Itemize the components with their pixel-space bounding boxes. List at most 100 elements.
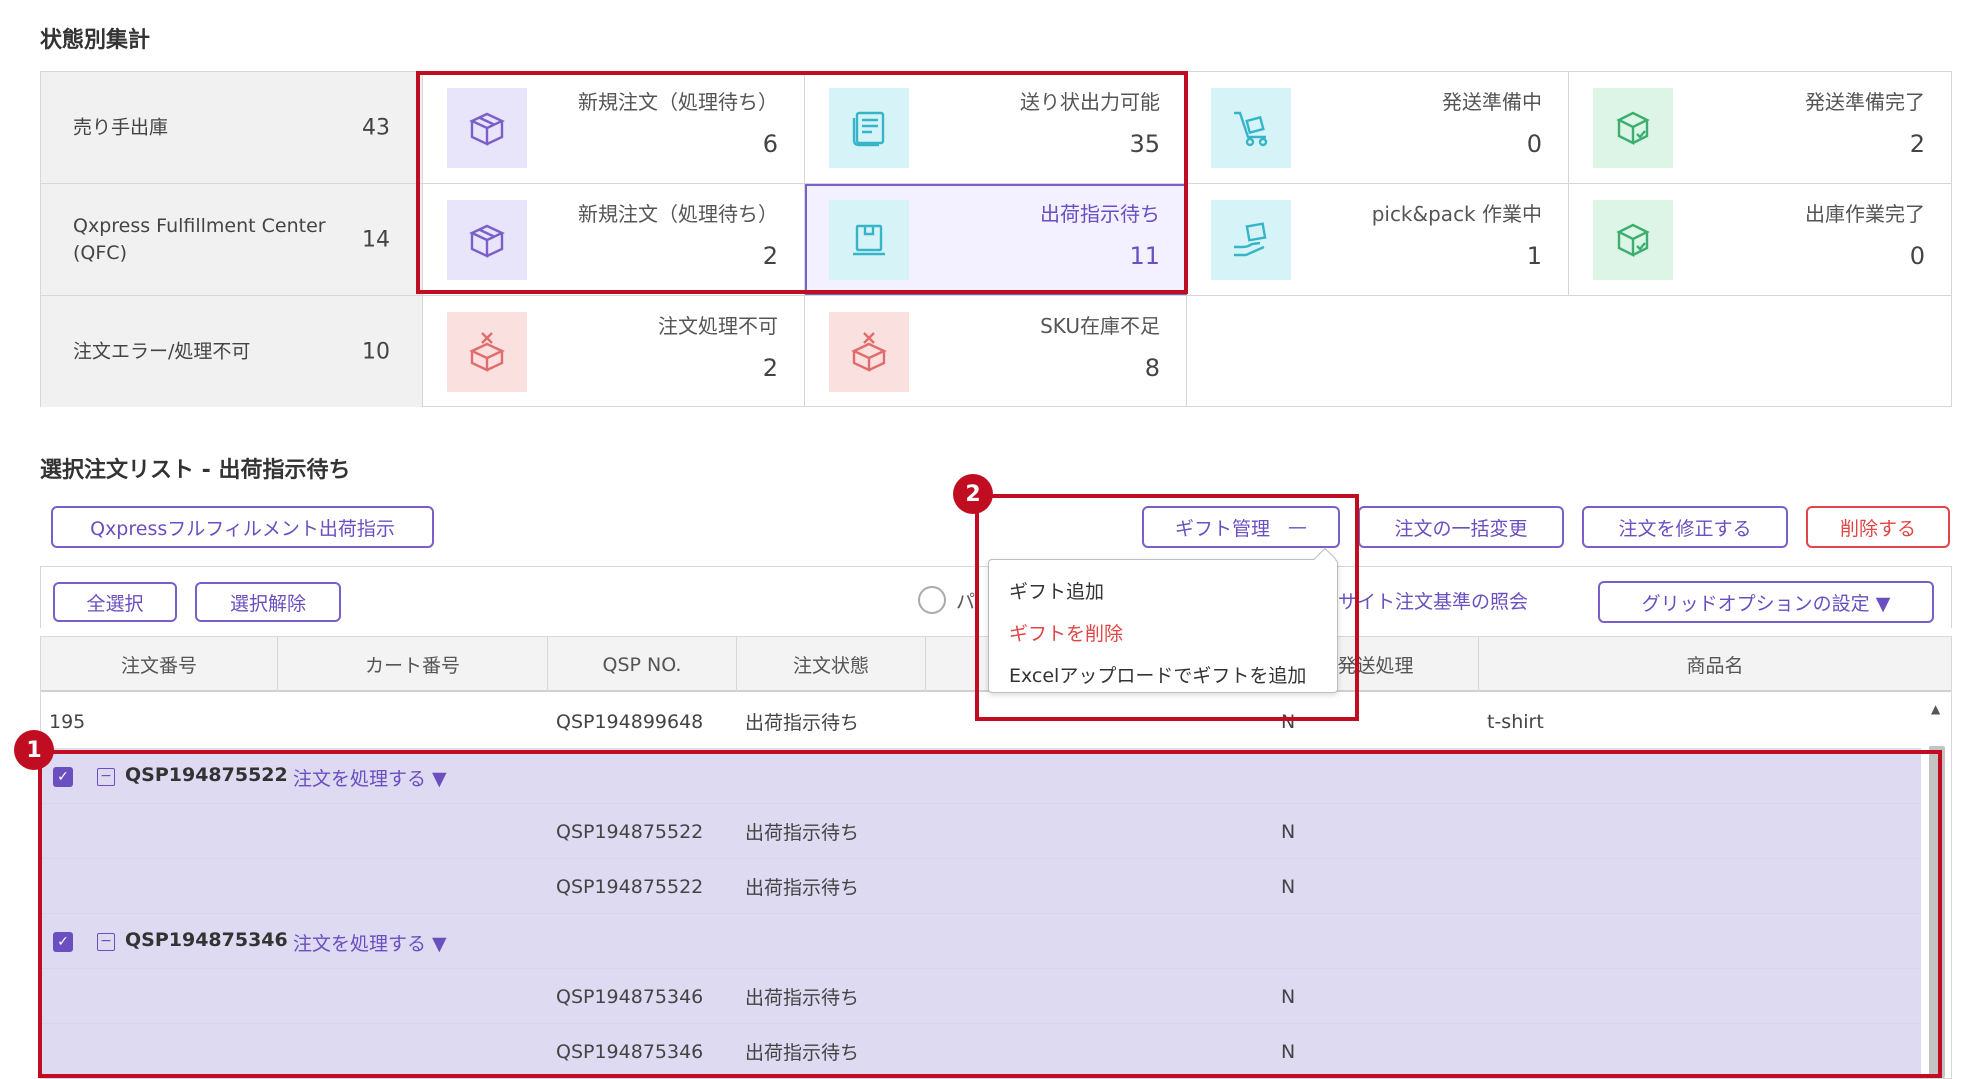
group-row[interactable]: ✓ − QSP194875346 注文を処理する ▼	[41, 914, 1921, 969]
cell-qsp-no: QSP194875522	[556, 875, 704, 898]
menu-item-excel-upload-gift[interactable]: Excelアップロードでギフトを追加	[1009, 661, 1306, 688]
status-count: 2	[762, 242, 778, 270]
step-badge-2: 2	[953, 474, 993, 514]
status-label: 新規注文（処理待ち）	[578, 202, 778, 226]
row-checkbox[interactable]: ✓	[53, 767, 73, 787]
gift-menu: ギフト追加 ギフトを削除 Excelアップロードでギフトを追加	[988, 547, 1338, 693]
site-order-query-radio-label: サイト注文基準の照会	[1338, 591, 1529, 613]
cell-shipping-flag: N	[1281, 875, 1296, 898]
cell-shipping-flag: N	[1281, 1040, 1296, 1063]
cell-qsp-no: QSP194875522	[556, 820, 704, 843]
col-product-name[interactable]: 商品名	[1479, 637, 1951, 692]
summary-row-seller: 売り手出庫 43 新規注文（処理待ち） 6 送り状出力可能 35 発送準備中 0	[41, 72, 1951, 184]
box-icon	[447, 88, 527, 168]
status-cell-qfc-new-order[interactable]: 新規注文（処理待ち） 2	[423, 184, 805, 295]
collapse-icon: —	[1288, 516, 1307, 538]
status-label: pick&pack 作業中	[1371, 202, 1542, 226]
summary-row-label: Qxpress Fulfillment Center (QFC) 14	[41, 184, 423, 295]
status-count: 2	[1909, 130, 1925, 158]
process-order-dropdown[interactable]: 注文を処理する ▼	[293, 764, 447, 791]
status-label: 送り状出力可能	[1020, 90, 1160, 114]
status-cell-preparing[interactable]: 発送準備中 0	[1187, 72, 1569, 183]
status-cell-new-order[interactable]: 新規注文（処理待ち） 6	[423, 72, 805, 183]
group-row[interactable]: ✓ − QSP194875522 注文を処理する ▼	[41, 749, 1921, 804]
summary-row-label: 売り手出庫 43	[41, 72, 423, 183]
status-label: 発送準備完了	[1805, 90, 1925, 114]
select-all-button[interactable]: 全選択	[53, 582, 177, 622]
cell-order-status: 出荷指示待ち	[745, 877, 860, 899]
row-checkbox[interactable]: ✓	[53, 932, 73, 952]
collapse-group-icon[interactable]: −	[97, 768, 115, 786]
status-count: 0	[1909, 242, 1925, 270]
status-count: 1	[1526, 242, 1542, 270]
bulk-change-button[interactable]: 注文の一括変更	[1358, 506, 1564, 548]
cell-qsp-no: QSP194875346	[556, 985, 704, 1008]
scroll-up-icon[interactable]: ▲	[1931, 702, 1940, 716]
summary-title: 状態別集計	[40, 28, 151, 53]
gift-manage-button[interactable]: ギフト管理 —	[1142, 506, 1340, 548]
row-label-count: 14	[362, 227, 390, 252]
table-row[interactable]: QSP194875346 出荷指示待ち N	[41, 1024, 1921, 1079]
order-grid: 注文番号 カート番号 QSP NO. 注文状態 発送処理 商品名 195 QSP…	[40, 636, 1952, 1079]
box-check-icon	[1593, 200, 1673, 280]
cell-qsp-no: QSP194875346	[556, 1040, 704, 1063]
step-badge-1: 1	[14, 730, 54, 770]
gift-manage-label: ギフト管理	[1174, 517, 1270, 540]
cell-shipping-flag: N	[1281, 985, 1296, 1008]
row-label-count: 10	[362, 339, 390, 364]
box-check-icon	[1593, 88, 1673, 168]
status-cell-invoice-ready[interactable]: 送り状出力可能 35	[805, 72, 1187, 183]
col-cart-number[interactable]: カート番号	[278, 637, 548, 692]
col-order-number[interactable]: 注文番号	[41, 637, 278, 692]
view-mode-radio[interactable]	[918, 586, 946, 614]
cell-shipping-flag: N	[1281, 710, 1296, 733]
summary-row-label: 注文エラー/処理不可 10	[41, 296, 423, 407]
scrollbar-thumb[interactable]	[1929, 746, 1945, 1078]
summary-row-error: 注文エラー/処理不可 10 注文処理不可 2 SKU在庫不足 8	[41, 296, 1951, 407]
grid-scrollbar[interactable]: ▲	[1923, 694, 1951, 1078]
col-qsp-no[interactable]: QSP NO.	[548, 637, 737, 692]
menu-item-delete-gift[interactable]: ギフトを削除	[1009, 619, 1123, 646]
row-label-text: Qxpress Fulfillment Center (QFC)	[73, 214, 326, 264]
cell-product-name: t-shirt	[1487, 710, 1544, 733]
error-box-icon	[829, 312, 909, 392]
group-order-number: QSP194875346	[125, 929, 288, 951]
list-title: 選択注文リスト - 出荷指示待ち	[40, 458, 351, 483]
menu-caret	[1313, 547, 1337, 571]
status-label: 出庫作業完了	[1805, 202, 1925, 226]
process-order-dropdown[interactable]: 注文を処理する ▼	[293, 929, 447, 956]
row-label-text: 注文エラー/処理不可	[73, 340, 251, 362]
summary-row-qfc: Qxpress Fulfillment Center (QFC) 14 新規注文…	[41, 184, 1951, 296]
status-cell-pick-pack[interactable]: pick&pack 作業中 1	[1187, 184, 1569, 295]
table-row[interactable]: QSP194875522 出荷指示待ち N	[41, 859, 1921, 914]
status-count: 35	[1129, 130, 1160, 158]
hand-box-icon	[1211, 200, 1291, 280]
cell-shipping-flag: N	[1281, 820, 1296, 843]
qxpress-fulfillment-button[interactable]: Qxpressフルフィルメント出荷指示	[51, 506, 434, 548]
row-label-text: 売り手出庫	[73, 116, 169, 138]
status-cell-sku-shortage[interactable]: SKU在庫不足 8	[805, 296, 1187, 407]
col-order-status[interactable]: 注文状態	[737, 637, 926, 692]
monitor-box-icon	[829, 200, 909, 280]
status-cell-unprocessable[interactable]: 注文処理不可 2	[423, 296, 805, 407]
cell-order-status: 出荷指示待ち	[745, 987, 860, 1009]
deselect-button[interactable]: 選択解除	[195, 582, 341, 622]
status-cell-ready[interactable]: 発送準備完了 2	[1569, 72, 1951, 183]
status-count: 2	[762, 354, 778, 382]
menu-item-add-gift[interactable]: ギフト追加	[1009, 577, 1104, 604]
status-count: 6	[762, 130, 778, 158]
status-cell-shipped[interactable]: 出庫作業完了 0	[1569, 184, 1951, 295]
box-icon	[447, 200, 527, 280]
row-label-count: 43	[362, 115, 390, 140]
table-row[interactable]: QSP194875346 出荷指示待ち N	[41, 969, 1921, 1024]
edit-order-button[interactable]: 注文を修正する	[1582, 506, 1788, 548]
delete-button[interactable]: 削除する	[1806, 506, 1950, 548]
table-row[interactable]: 195 QSP194899648 出荷指示待ち N t-shirt	[41, 694, 1921, 749]
cell-order-status: 出荷指示待ち	[745, 712, 860, 734]
status-label: SKU在庫不足	[1040, 314, 1160, 338]
grid-options-button[interactable]: グリッドオプションの設定 ▼	[1598, 581, 1934, 623]
table-row[interactable]: QSP194875522 出荷指示待ち N	[41, 804, 1921, 859]
status-cell-awaiting-shipment[interactable]: 出荷指示待ち 11	[805, 184, 1187, 295]
status-count: 8	[1144, 354, 1160, 382]
collapse-group-icon[interactable]: −	[97, 933, 115, 951]
